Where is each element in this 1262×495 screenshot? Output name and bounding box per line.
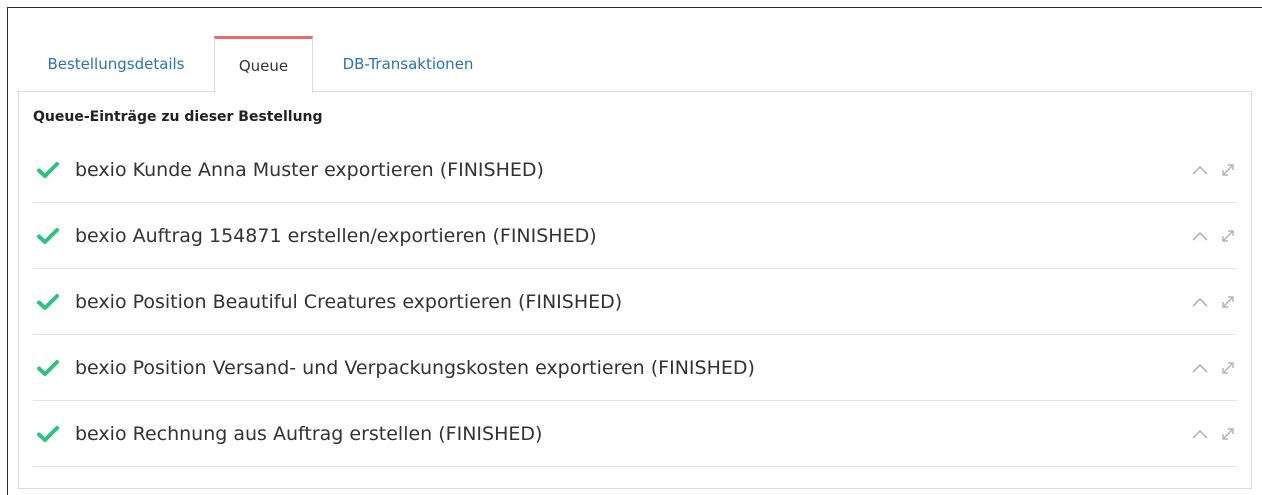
tab-label: Queue [238, 57, 289, 75]
tab-db-transaktionen[interactable]: DB-Transaktionen [313, 36, 503, 92]
chevron-up-icon[interactable] [1191, 296, 1209, 308]
check-icon [37, 161, 59, 178]
queue-item: bexio Position Beautiful Creatures expor… [33, 269, 1237, 335]
chevron-up-icon[interactable] [1191, 164, 1209, 176]
check-icon [37, 359, 59, 376]
queue-list: bexio Kunde Anna Muster exportieren (FIN… [33, 137, 1237, 467]
panel-title: Queue-Einträge zu dieser Bestellung [33, 109, 323, 125]
queue-item: bexio Position Versand- und Verpackungsk… [33, 335, 1237, 401]
queue-item-label: bexio Position Versand- und Verpackungsk… [75, 356, 755, 379]
chevron-up-icon[interactable] [1191, 362, 1209, 374]
tab-queue[interactable]: Queue [214, 36, 313, 93]
expand-icon[interactable] [1221, 163, 1235, 177]
expand-icon[interactable] [1221, 295, 1235, 309]
queue-item-label: bexio Rechnung aus Auftrag erstellen (FI… [75, 422, 543, 445]
check-icon [37, 227, 59, 244]
tab-label: DB-Transaktionen [342, 55, 474, 73]
chevron-up-icon[interactable] [1191, 428, 1209, 440]
queue-item: bexio Kunde Anna Muster exportieren (FIN… [33, 137, 1237, 203]
queue-item-label: bexio Kunde Anna Muster exportieren (FIN… [75, 158, 544, 181]
check-icon [37, 425, 59, 442]
tab-bar: Bestellungsdetails Queue DB-Transaktione… [18, 36, 503, 93]
expand-icon[interactable] [1221, 427, 1235, 441]
expand-icon[interactable] [1221, 361, 1235, 375]
queue-item-label: bexio Position Beautiful Creatures expor… [75, 290, 623, 313]
tab-label: Bestellungsdetails [47, 55, 185, 73]
queue-item: bexio Rechnung aus Auftrag erstellen (FI… [33, 401, 1237, 467]
tab-bestellungsdetails[interactable]: Bestellungsdetails [18, 36, 214, 92]
expand-icon[interactable] [1221, 229, 1235, 243]
chevron-up-icon[interactable] [1191, 230, 1209, 242]
queue-panel: Queue-Einträge zu dieser Bestellung bexi… [18, 91, 1252, 489]
queue-item-label: bexio Auftrag 154871 erstellen/exportier… [75, 224, 597, 247]
queue-item: bexio Auftrag 154871 erstellen/exportier… [33, 203, 1237, 269]
check-icon [37, 293, 59, 310]
